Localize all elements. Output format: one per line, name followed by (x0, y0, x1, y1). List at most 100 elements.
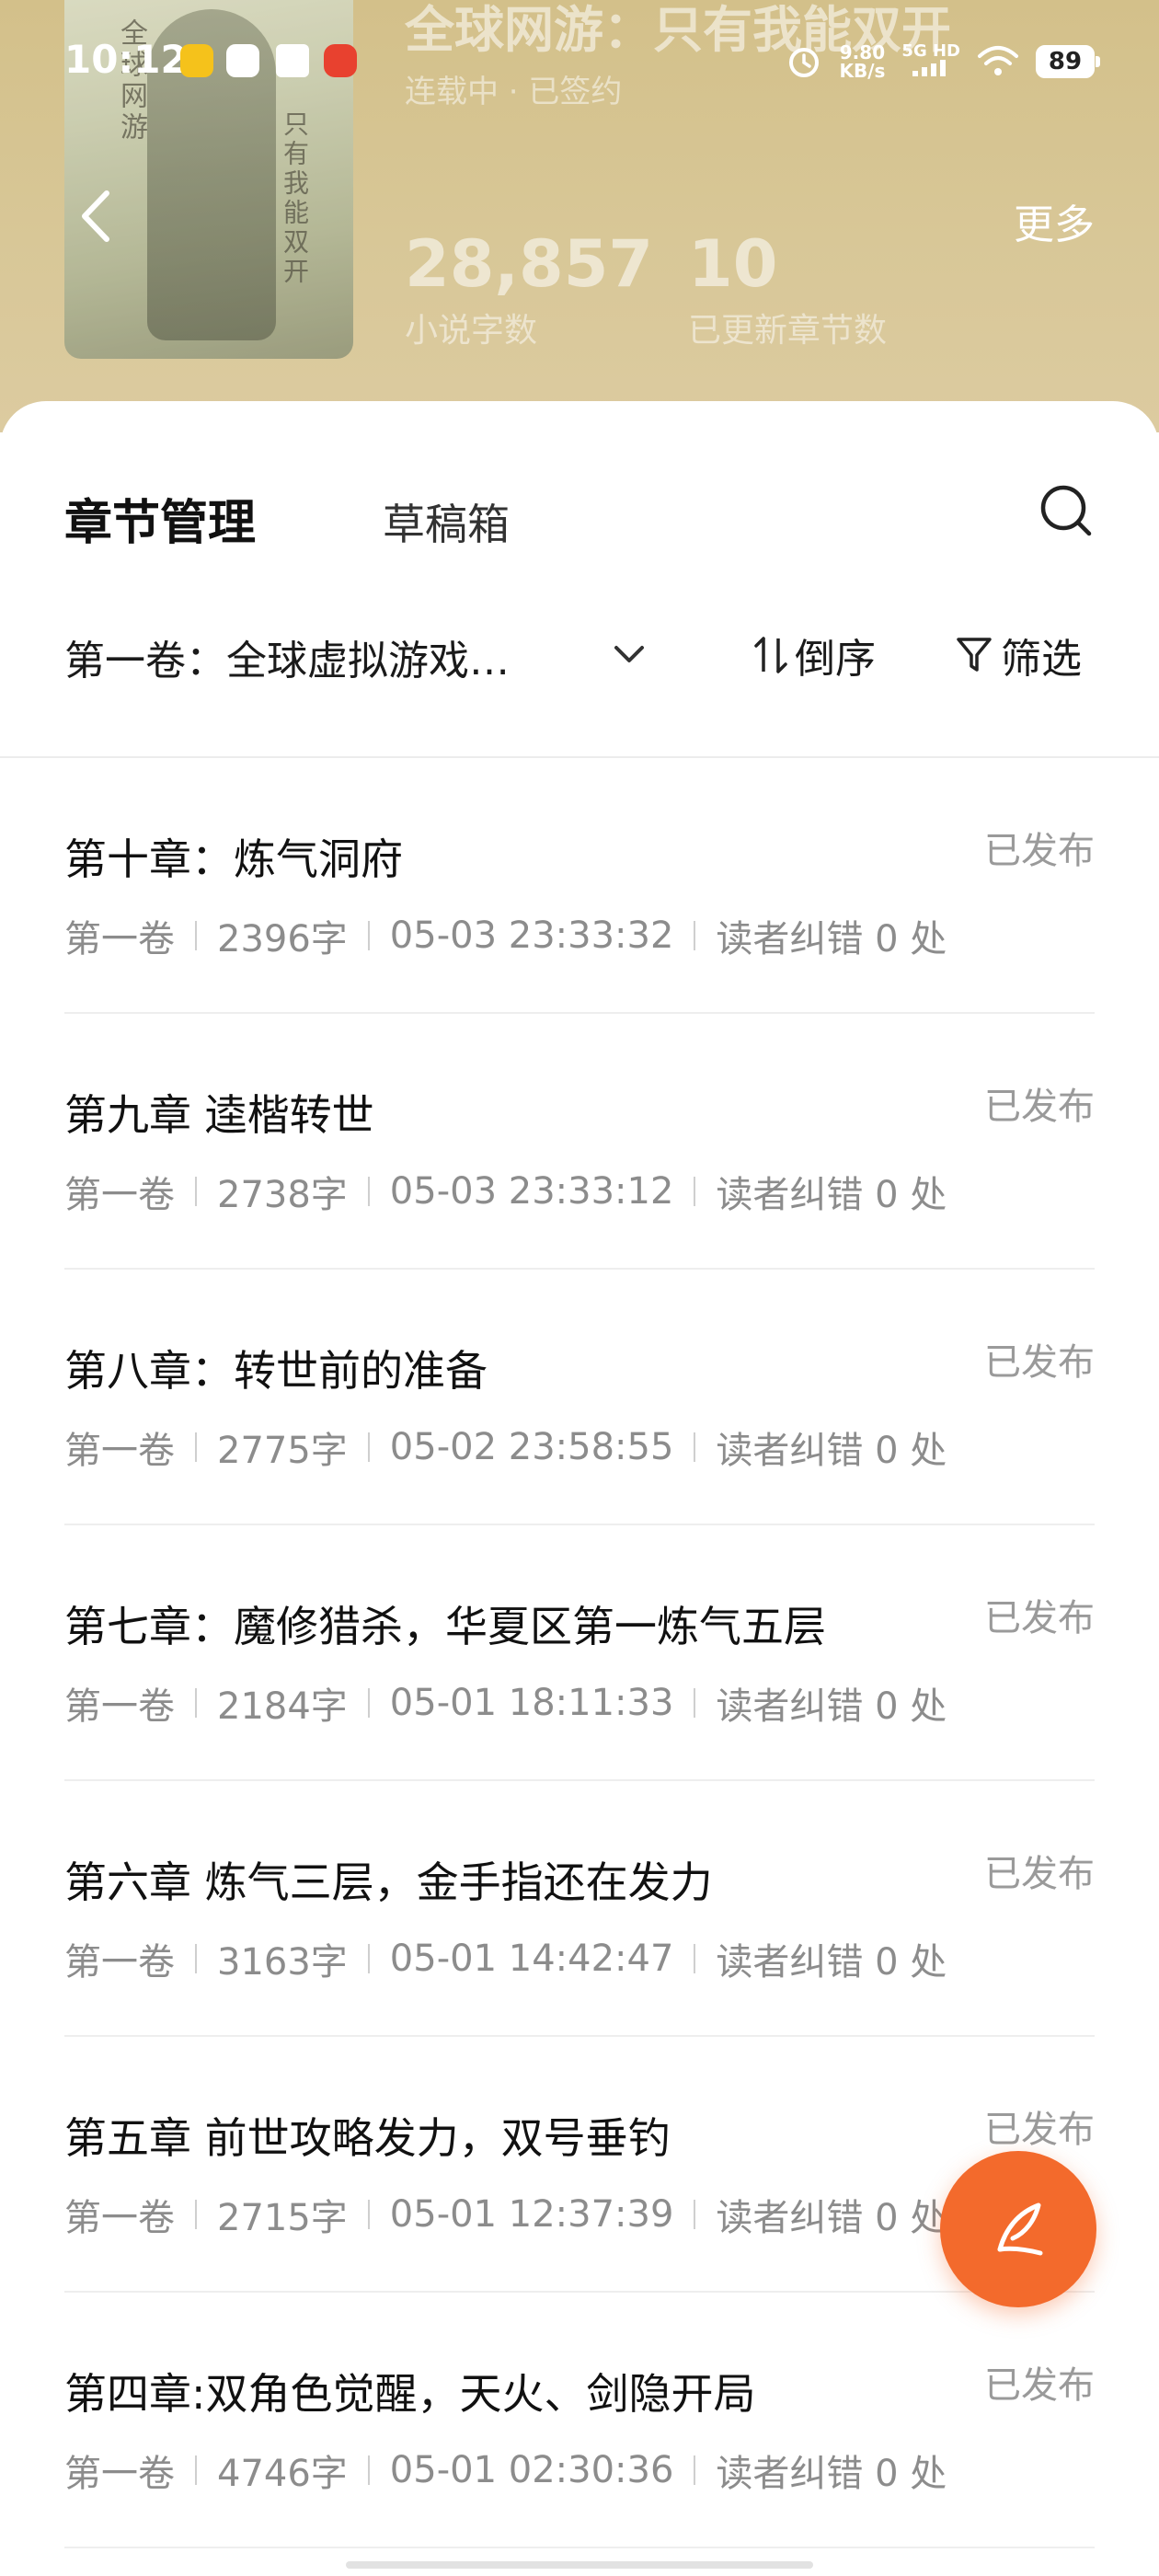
chapter-count-value: 10 (688, 226, 778, 302)
filter-button[interactable]: 筛选 (955, 626, 1082, 684)
signal-icon (912, 60, 947, 76)
chapter-time: 05-01 14:42:47 (389, 1938, 674, 1980)
more-button[interactable]: 更多 (1014, 191, 1095, 250)
volume-selector[interactable]: 第一卷：全球虚拟游戏… (64, 627, 510, 686)
chapter-meta: 第一卷 2738字 05-03 23:33:12 读者纠错 0 处 (64, 1165, 947, 1218)
chapter-corrections: 读者纠错 0 处 (716, 2197, 947, 2239)
chapter-item[interactable]: 第五章 前世攻略发力，双号垂钓 已发布 第一卷 2715字 05-01 12:3… (64, 2037, 1095, 2293)
chapter-status: 已发布 (984, 1597, 1095, 1639)
chapter-words: 3163字 (217, 1941, 348, 1984)
chapter-item[interactable]: 第六章 炼气三层，金手指还在发力 已发布 第一卷 3163字 05-01 14:… (64, 1781, 1095, 2037)
meta-separator (367, 1944, 370, 1973)
word-count-value: 28,857 (405, 226, 654, 302)
meta-separator (694, 1944, 696, 1973)
chapter-title: 第十章：炼气洞府 (64, 834, 403, 884)
chapter-time: 05-01 12:37:39 (389, 2193, 674, 2236)
chapter-status: 已发布 (984, 2109, 1095, 2151)
chapter-volume: 第一卷 (64, 918, 175, 960)
meta-separator (195, 2200, 197, 2229)
meta-separator (195, 921, 197, 950)
chapter-time: 05-01 02:30:36 (389, 2449, 674, 2491)
meta-separator (367, 921, 370, 950)
chapter-title: 第七章：魔修猎杀，华夏区第一炼气五层 (64, 1602, 826, 1651)
chapter-meta: 第一卷 3163字 05-01 14:42:47 读者纠错 0 处 (64, 1932, 947, 1985)
chapter-corrections: 读者纠错 0 处 (716, 1941, 947, 1984)
meta-separator (694, 2200, 696, 2229)
chapter-words: 4746字 (217, 2453, 348, 2495)
meta-separator (367, 2455, 370, 2485)
chapter-volume: 第一卷 (64, 2197, 175, 2239)
tab-drafts[interactable]: 草稿箱 (383, 491, 510, 552)
chapter-title: 第九章 逵楷转世 (64, 1090, 374, 1140)
meta-separator (367, 1432, 370, 1462)
chapter-words: 2396字 (217, 918, 348, 960)
chapter-item[interactable]: 第四章:双角色觉醒，天火、剑隐开局 已发布 第一卷 4746字 05-01 02… (64, 2293, 1095, 2548)
app-notification-icon (324, 44, 357, 77)
chapter-time: 05-03 23:33:32 (389, 914, 674, 957)
chapter-corrections: 读者纠错 0 处 (716, 1174, 947, 1216)
chapter-volume: 第一卷 (64, 1685, 175, 1728)
meta-separator (195, 1688, 197, 1718)
meta-separator (694, 1432, 696, 1462)
meta-separator (195, 2455, 197, 2485)
meta-separator (195, 1944, 197, 1973)
wifi-icon (978, 46, 1018, 75)
chapter-meta: 第一卷 2184字 05-01 18:11:33 读者纠错 0 处 (64, 1676, 947, 1730)
meta-separator (367, 2200, 370, 2229)
chapter-list: 第十章：炼气洞府 已发布 第一卷 2396字 05-03 23:33:32 读者… (64, 758, 1095, 2548)
chapter-item[interactable]: 第七章：魔修猎杀，华夏区第一炼气五层 已发布 第一卷 2184字 05-01 1… (64, 1525, 1095, 1781)
meta-separator (694, 2455, 696, 2485)
meta-separator (367, 1177, 370, 1206)
alarm-icon (789, 48, 820, 77)
filter-row: 第一卷：全球虚拟游戏… 倒序 筛选 (0, 609, 1159, 701)
filter-label: 筛选 (1001, 636, 1082, 683)
chapter-meta: 第一卷 2715字 05-01 12:37:39 读者纠错 0 处 (64, 2188, 947, 2241)
chapter-volume: 第一卷 (64, 1174, 175, 1216)
status-right: 9.80 KB/s 5G HD 89 (786, 39, 1100, 85)
chapter-status: 已发布 (984, 1341, 1095, 1384)
battery-indicator: 89 (1036, 45, 1100, 78)
cover-text: 只有我能双开 (280, 110, 310, 287)
meta-separator (694, 921, 696, 950)
chapter-status: 已发布 (984, 1086, 1095, 1128)
chapter-status: 已发布 (984, 2364, 1095, 2407)
chapter-item[interactable]: 第十章：炼气洞府 已发布 第一卷 2396字 05-03 23:33:32 读者… (64, 758, 1095, 1014)
calendar-icon (276, 44, 309, 77)
chapter-time: 05-02 23:58:55 (389, 1426, 674, 1468)
sort-button[interactable]: 倒序 (752, 626, 876, 684)
search-icon (1040, 485, 1092, 536)
chapter-words: 2738字 (217, 1174, 348, 1216)
chapter-meta: 第一卷 2775字 05-02 23:58:55 读者纠错 0 处 (64, 1420, 947, 1474)
chapter-title: 第八章：转世前的准备 (64, 1346, 488, 1396)
write-chapter-button[interactable] (940, 2151, 1096, 2307)
chapter-item[interactable]: 第八章：转世前的准备 已发布 第一卷 2775字 05-02 23:58:55 … (64, 1270, 1095, 1525)
book-header: 全球网游 只有我能双开 全球网游：只有我能双开 连载中 · 已签约 28,857… (0, 0, 1159, 432)
volume-dropdown-button[interactable] (611, 640, 648, 668)
back-button[interactable] (74, 184, 120, 248)
sort-label: 倒序 (795, 636, 876, 683)
chapter-corrections: 读者纠错 0 处 (716, 1685, 947, 1728)
chapter-time: 05-01 18:11:33 (389, 1682, 674, 1724)
chapter-time: 05-03 23:33:12 (389, 1170, 674, 1213)
chapter-words: 2184字 (217, 1685, 348, 1728)
chapter-words: 2715字 (217, 2197, 348, 2239)
meta-separator (195, 1432, 197, 1462)
home-indicator[interactable] (346, 2561, 813, 2569)
status-bar: 10:12 9.80 KB/s 5G HD 89 (0, 0, 1159, 120)
tab-chapter-management[interactable]: 章节管理 (64, 484, 256, 553)
status-time: 10:12 (64, 37, 188, 82)
chapter-title: 第六章 炼气三层，金手指还在发力 (64, 1857, 713, 1907)
search-button[interactable] (1038, 482, 1095, 539)
chapter-count-label: 已更新章节数 (688, 312, 888, 350)
chapter-meta: 第一卷 4746字 05-01 02:30:36 读者纠错 0 处 (64, 2444, 947, 2497)
app-notification-icon (226, 44, 259, 77)
chapter-item[interactable]: 第九章 逵楷转世 已发布 第一卷 2738字 05-03 23:33:12 读者… (64, 1014, 1095, 1270)
chapter-volume: 第一卷 (64, 2453, 175, 2495)
chevron-down-icon (614, 646, 644, 662)
filter-funnel-icon (957, 638, 992, 672)
meta-separator (195, 1177, 197, 1206)
meta-separator (694, 1177, 696, 1206)
net-speed: 9.80 KB/s (839, 41, 886, 82)
chapter-meta: 第一卷 2396字 05-03 23:33:32 读者纠错 0 处 (64, 909, 947, 962)
app-notification-icon (180, 44, 213, 77)
